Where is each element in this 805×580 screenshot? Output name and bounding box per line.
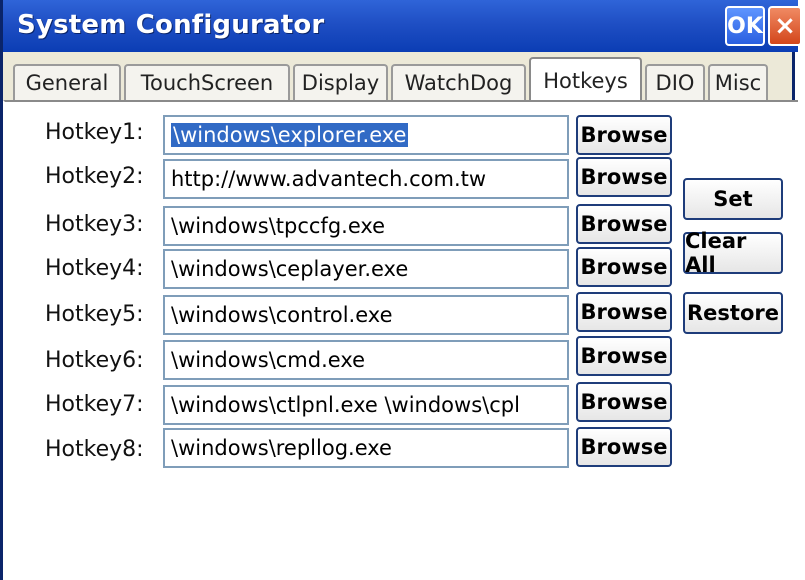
tab-watchdog[interactable]: WatchDog [391,64,526,100]
hotkey8-field[interactable]: \windows\repllog.exe [163,428,569,468]
hotkey1-value: \windows\explorer.exe [171,123,409,147]
close-button[interactable]: × [768,6,802,46]
hotkey7-value: \windows\ctlpnl.exe \windows\cpl [171,393,520,417]
hotkey5-label: Hotkey5: [45,302,144,327]
hotkey2-field[interactable]: http://www.advantech.com.tw [163,159,569,199]
hotkey5-value: \windows\control.exe [171,303,393,327]
hotkey8-browse-button[interactable]: Browse [576,427,672,467]
hotkey2-label: Hotkey2: [45,164,144,189]
hotkey6-label: Hotkey6: [45,348,144,373]
restore-button[interactable]: Restore [683,292,783,334]
window-title: System Configurator [17,10,325,40]
tab-touchscreen[interactable]: TouchScreen [124,64,290,100]
tab-dio[interactable]: DIO [645,64,705,100]
hotkey6-value: \windows\cmd.exe [171,348,366,372]
tab-general[interactable]: General [13,64,121,100]
hotkey7-field[interactable]: \windows\ctlpnl.exe \windows\cpl [163,385,569,425]
hotkey1-browse-button[interactable]: Browse [576,115,672,155]
hotkey2-value: http://www.advantech.com.tw [171,167,487,191]
hotkey6-field[interactable]: \windows\cmd.exe [163,340,569,380]
tab-display[interactable]: Display [293,64,388,100]
ok-button[interactable]: OK [725,6,765,46]
hotkey1-label: Hotkey1: [45,120,144,145]
hotkey7-browse-button[interactable]: Browse [576,382,672,422]
hotkey7-label: Hotkey7: [45,392,144,417]
hotkey3-value: \windows\tpccfg.exe [171,214,386,238]
hotkey3-label: Hotkey3: [45,212,144,237]
hotkey5-browse-button[interactable]: Browse [576,292,672,332]
hotkey4-field[interactable]: \windows\ceplayer.exe [163,249,569,289]
title-bar[interactable]: System Configurator OK × [3,0,802,52]
hotkey4-value: \windows\ceplayer.exe [171,257,409,281]
hotkey4-browse-button[interactable]: Browse [576,247,672,287]
hotkey5-field[interactable]: \windows\control.exe [163,295,569,335]
hotkey8-label: Hotkey8: [45,437,144,462]
hotkey4-label: Hotkey4: [45,256,144,281]
system-configurator-window: System Configurator OK × General TouchSc… [0,0,802,580]
hotkey3-browse-button[interactable]: Browse [576,204,672,244]
tab-misc[interactable]: Misc [708,64,768,100]
hotkey3-field[interactable]: \windows\tpccfg.exe [163,206,569,246]
set-button[interactable]: Set [683,178,783,220]
tab-hotkeys[interactable]: Hotkeys [529,57,642,102]
hotkey6-browse-button[interactable]: Browse [576,336,672,376]
hotkey1-field[interactable]: \windows\explorer.exe [163,115,569,155]
hotkey2-browse-button[interactable]: Browse [576,157,672,197]
clear-all-button[interactable]: Clear All [683,229,783,277]
hotkey8-value: \windows\repllog.exe [171,436,392,460]
